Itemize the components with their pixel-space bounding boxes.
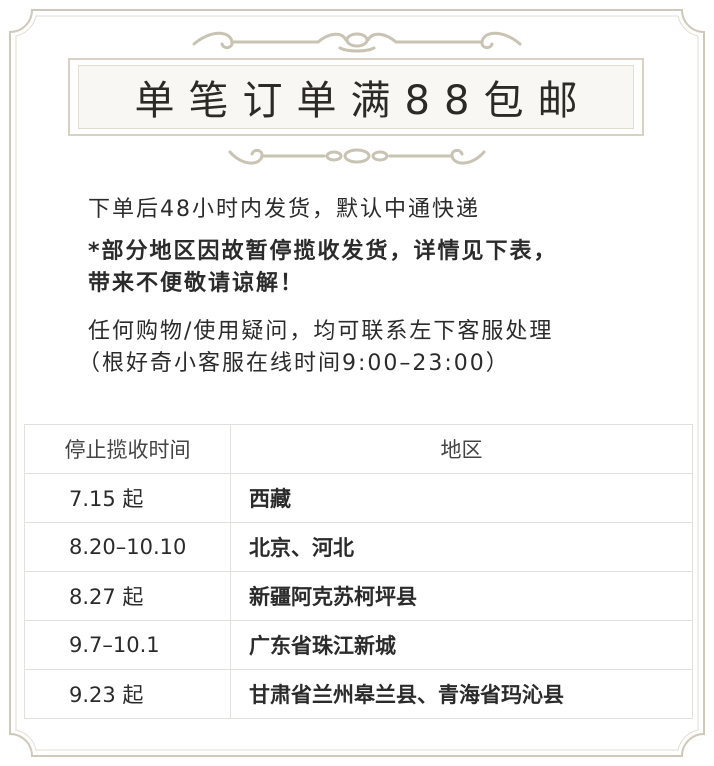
note-service-hours: （根好奇小客服在线时间9:00–23:00） [78,351,510,376]
note-apology: 带来不便敬请谅解！ [88,271,305,296]
table-row: 9.23 起 甘肃省兰州皋兰县、青海省玛沁县 [24,669,693,719]
banner-panel: 单笔订单满88包邮 [78,65,634,129]
table-row: 7.15 起 西藏 [24,473,693,523]
table-row: 8.20–10.10 北京、河北 [24,522,693,572]
header-stop-time: 停止揽收时间 [24,424,231,474]
row-time: 8.20–10.10 [24,522,231,572]
row-time: 8.27 起 [24,571,231,621]
table-row: 9.7–10.1 广东省珠江新城 [24,620,693,670]
table-header-row: 停止揽收时间 地区 [24,424,693,474]
row-region: 西藏 [230,473,693,523]
row-region: 北京、河北 [230,522,693,572]
title-banner: 单笔订单满88包邮 [68,58,644,136]
suspension-table: 停止揽收时间 地区 7.15 起 西藏 8.20–10.10 北京、河北 8.2… [24,424,693,719]
shipping-notice-page: 单笔订单满88包邮 下单后48小时内发货，默认中通快递 *部分地区因故暂停揽收发… [0,0,714,766]
table-row: 8.27 起 新疆阿克苏柯坪县 [24,571,693,621]
header-region: 地区 [230,424,693,474]
row-time: 7.15 起 [24,473,231,523]
note-customer-service: 任何购物/使用疑问，均可联系左下客服处理 [88,319,554,344]
row-time: 9.7–10.1 [24,620,231,670]
bottom-flourish-ornament [228,148,486,165]
note-suspension: *部分地区因故暂停揽收发货，详情见下表， [88,239,558,264]
top-flourish-ornament [192,31,522,53]
note-shipping-time: 下单后48小时内发货，默认中通快递 [88,197,480,222]
banner-title: 单笔订单满88包邮 [134,78,592,124]
row-region: 广东省珠江新城 [230,620,693,670]
row-time: 9.23 起 [24,669,231,719]
row-region: 甘肃省兰州皋兰县、青海省玛沁县 [230,669,693,719]
row-region: 新疆阿克苏柯坪县 [230,571,693,621]
shipping-notes: 下单后48小时内发货，默认中通快递 *部分地区因故暂停揽收发货，详情见下表， 带… [78,194,688,380]
